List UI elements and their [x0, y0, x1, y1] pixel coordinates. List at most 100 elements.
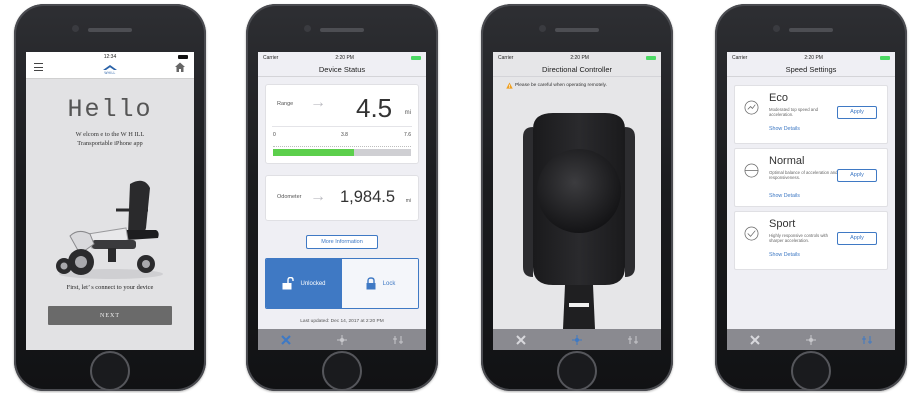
joystick-controller[interactable]	[493, 107, 661, 329]
front-camera	[773, 25, 780, 32]
home-button[interactable]	[557, 351, 597, 391]
phone-speed-settings: Carrier 2:20 PM Speed Settings Eco Moder…	[715, 4, 907, 391]
speed-tab-icon	[628, 335, 638, 344]
carrier-label: Carrier	[263, 55, 279, 61]
speedometer-icon	[744, 163, 759, 178]
speedometer-icon	[744, 226, 759, 241]
front-camera	[304, 25, 311, 32]
range-card: Range → 4.5 mi 0 3.8 7.6	[265, 84, 419, 164]
show-details-link[interactable]: Show Details	[769, 193, 800, 199]
apply-button[interactable]: Apply	[837, 106, 877, 119]
odometer-label: Odometer	[277, 194, 302, 200]
earpiece-speaker	[320, 28, 364, 32]
page-title: Device Status	[258, 64, 426, 77]
welcome-text: W elcom e to the W H ILL Transportable i…	[26, 130, 194, 148]
speed-mode-description: Optimal balance of acceleration and resp…	[769, 170, 838, 180]
apply-button[interactable]: Apply	[837, 232, 877, 245]
tab-device-status[interactable]	[747, 334, 763, 346]
status-time: 2:20 PM	[335, 55, 354, 61]
controller-screen: Carrier 2:20 PM Directional Controller P…	[493, 52, 661, 350]
arrow-icon: →	[310, 188, 326, 205]
home-icon[interactable]	[174, 61, 186, 73]
speed-mode-sport: Sport Highly responsive controls with sh…	[734, 211, 888, 270]
battery-icon	[880, 56, 890, 60]
lock-closed-icon	[366, 277, 376, 290]
speed-mode-description: Moderated top speed and acceleration.	[769, 107, 818, 117]
device-status-screen: Carrier 2:20 PM Device Status Range → 4.…	[258, 52, 426, 350]
tab-speed[interactable]	[390, 334, 406, 346]
tab-bar	[258, 329, 426, 350]
wheelchair-tab-icon	[750, 334, 760, 345]
speedometer-icon	[744, 100, 759, 115]
range-bar-fill	[273, 149, 355, 156]
odometer-value: 1,984.5	[340, 188, 396, 206]
show-details-link[interactable]: Show Details	[769, 126, 800, 132]
welcome-line-1: W elcom e to the W H ILL	[75, 131, 145, 138]
home-button[interactable]	[791, 351, 831, 391]
phone-welcome: 12:34 WHILL Hello W elcom e to the W H I…	[14, 4, 206, 391]
phone-directional-controller: Carrier 2:20 PM Directional Controller P…	[481, 4, 673, 391]
battery-icon	[646, 56, 656, 60]
range-value: 4.5	[356, 93, 393, 123]
warning-message: Please be careful when operating remotel…	[493, 77, 661, 89]
apply-button[interactable]: Apply	[837, 169, 877, 182]
lock-button[interactable]: Lock	[342, 259, 418, 308]
controller-tab-icon	[337, 334, 347, 345]
battery-icon	[178, 55, 188, 59]
wheelchair-tab-icon	[281, 334, 291, 345]
earpiece-speaker	[555, 28, 599, 32]
phone-device-status: Carrier 2:20 PM Device Status Range → 4.…	[246, 4, 438, 391]
logo-word: WHILL	[104, 71, 116, 75]
tab-speed[interactable]	[859, 334, 875, 346]
status-time: 12:34	[103, 54, 117, 60]
odometer-card: Odometer → 1,984.5 mi	[265, 175, 419, 221]
tab-device-status[interactable]	[513, 334, 529, 346]
menu-icon[interactable]	[34, 63, 43, 74]
controller-tab-icon	[806, 334, 816, 345]
status-time: 2:20 PM	[570, 55, 589, 61]
divider	[272, 126, 412, 127]
tab-controller[interactable]	[569, 334, 585, 346]
battery-icon	[411, 56, 421, 60]
tab-device-status[interactable]	[278, 334, 294, 346]
carrier-label: Carrier	[498, 55, 514, 61]
status-bar: Carrier 2:20 PM	[258, 52, 426, 64]
carrier-label: Carrier	[732, 55, 748, 61]
speed-mode-eco: Eco Moderated top speed and acceleration…	[734, 85, 888, 144]
arrow-icon: →	[310, 94, 326, 111]
tab-controller[interactable]	[803, 334, 819, 346]
speed-settings-screen: Carrier 2:20 PM Speed Settings Eco Moder…	[727, 52, 895, 350]
status-bar: Carrier 2:20 PM	[493, 52, 661, 64]
front-camera	[72, 25, 79, 32]
range-bar	[273, 149, 411, 156]
tab-speed[interactable]	[625, 334, 641, 346]
top-bar: 12:34 WHILL	[26, 52, 194, 79]
speed-tab-icon	[862, 335, 872, 344]
tab-controller[interactable]	[334, 334, 350, 346]
hello-heading: Hello	[67, 95, 153, 124]
more-information-button[interactable]: More Information	[306, 235, 378, 249]
speed-mode-normal: Normal Optimal balance of acceleration a…	[734, 148, 888, 207]
home-button[interactable]	[322, 351, 362, 391]
page-title: Speed Settings	[727, 64, 895, 77]
home-button[interactable]	[90, 351, 130, 391]
earpiece-speaker	[789, 28, 833, 32]
speed-mode-description: Highly responsive controls with sharper …	[769, 233, 828, 243]
tab-bar	[493, 329, 661, 350]
unlocked-button[interactable]: Unlocked	[266, 259, 342, 308]
welcome-screen: 12:34 WHILL Hello W elcom e to the W H I…	[26, 52, 194, 350]
show-details-link[interactable]: Show Details	[769, 252, 800, 258]
tab-bar	[727, 329, 895, 350]
warning-text: Please be careful when operating remotel…	[515, 83, 607, 88]
lock-label: Lock	[382, 280, 396, 287]
speed-mode-name: Sport	[769, 218, 796, 230]
welcome-line-2: Transportable iPhone app	[77, 140, 143, 147]
tick-label: 7.6	[404, 132, 411, 138]
earpiece-speaker	[88, 28, 132, 32]
lock-open-icon	[282, 277, 295, 290]
wheelchair-image	[56, 180, 163, 279]
range-unit: mi	[404, 110, 411, 116]
front-camera	[539, 25, 546, 32]
next-button[interactable]: NEXT	[48, 306, 172, 325]
range-label: Range	[277, 101, 294, 107]
